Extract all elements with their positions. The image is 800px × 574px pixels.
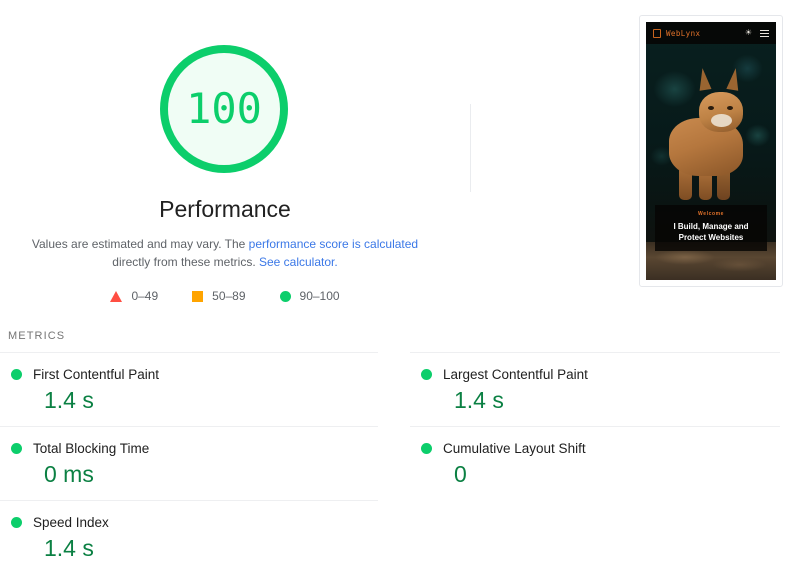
- screenshot-viewport: WebLynx ☀ Welcome I Build, Manage and Pr…: [646, 22, 776, 280]
- metric-value: 1.4 s: [44, 535, 94, 561]
- metrics-section: METRICS First Contentful Paint 1.4 s Tot…: [0, 318, 800, 574]
- status-badge: [11, 369, 22, 380]
- metric-header: Largest Contentful Paint: [410, 367, 780, 382]
- metric-row[interactable]: Total Blocking Time 0 ms: [0, 426, 378, 500]
- final-screenshot-thumbnail[interactable]: WebLynx ☀ Welcome I Build, Manage and Pr…: [639, 15, 783, 287]
- sun-icon: ☀: [744, 28, 752, 37]
- lynx-logo-icon: [653, 28, 661, 38]
- lynx-ear-left: [696, 67, 712, 91]
- legend-item-pass: 90–100: [279, 289, 340, 303]
- lynx-eye: [708, 106, 714, 110]
- metric-row[interactable]: Largest Contentful Paint 1.4 s: [410, 352, 780, 426]
- metrics-column-right: Largest Contentful Paint 1.4 s Cumulativ…: [400, 352, 800, 574]
- score-value: 100: [186, 84, 262, 133]
- metric-header: First Contentful Paint: [0, 367, 378, 382]
- metric-header: Speed Index: [0, 515, 378, 530]
- circle-icon: [279, 290, 291, 302]
- thumbnail-header-actions: ☀: [745, 29, 769, 37]
- legend-label-average: 50–89: [212, 289, 246, 303]
- lynx-muzzle: [711, 114, 732, 127]
- metric-row[interactable]: Speed Index 1.4 s: [0, 500, 378, 574]
- see-calculator-link[interactable]: See calculator.: [259, 255, 338, 269]
- metrics-heading: METRICS: [8, 330, 66, 342]
- disclaimer-lead-text: Values are estimated and may vary. The: [31, 237, 249, 251]
- status-badge: [421, 443, 432, 454]
- lynx-eye: [727, 106, 733, 110]
- score-gauge-wrapper: 100: [160, 0, 290, 173]
- metric-label: First Contentful Paint: [33, 367, 160, 382]
- metric-header: Cumulative Layout Shift: [410, 441, 780, 456]
- performance-score-link[interactable]: performance score is calculated: [249, 237, 418, 251]
- score-disclaimer: Values are estimated and may vary. The p…: [25, 235, 425, 271]
- legend-label-pass: 90–100: [299, 289, 340, 303]
- status-badge: [11, 517, 22, 528]
- thumbnail-hero-copy: Welcome I Build, Manage and Protect Webs…: [655, 205, 767, 251]
- disclaimer-middle-text: directly from these metrics.: [112, 255, 259, 269]
- metric-label: Total Blocking Time: [33, 441, 150, 456]
- legend-label-fail: 0–49: [131, 289, 159, 303]
- metrics-column-left: First Contentful Paint 1.4 s Total Block…: [0, 352, 400, 574]
- thumbnail-site-header: WebLynx ☀: [646, 22, 776, 44]
- metric-row[interactable]: Cumulative Layout Shift 0: [410, 426, 780, 500]
- metric-value: 1.4 s: [44, 387, 94, 413]
- thumbnail-headline: I Build, Manage and Protect Websites: [673, 222, 749, 242]
- metric-value: 0: [454, 461, 467, 487]
- triangle-icon: [110, 290, 123, 302]
- score-overview-region: 100 Performance Values are estimated and…: [0, 0, 800, 318]
- score-scale-legend: 0–49 50–89 90–100: [0, 289, 450, 303]
- legend-item-average: 50–89: [192, 289, 246, 303]
- lynx-photo-subject: [665, 66, 757, 206]
- performance-score-gauge[interactable]: 100: [160, 45, 288, 173]
- status-badge: [421, 369, 432, 380]
- status-badge: [11, 443, 22, 454]
- page-title: Performance: [159, 196, 291, 222]
- vertical-divider: [470, 104, 471, 192]
- metric-value: 1.4 s: [454, 387, 504, 413]
- thumbnail-eyebrow: Welcome: [697, 211, 725, 217]
- square-icon: [192, 290, 204, 302]
- hamburger-menu-icon: [760, 29, 769, 37]
- metric-row[interactable]: First Contentful Paint 1.4 s: [0, 352, 378, 426]
- metric-label: Cumulative Layout Shift: [443, 441, 586, 456]
- metric-header: Total Blocking Time: [0, 441, 378, 456]
- lynx-ear-right: [726, 67, 742, 91]
- metric-label: Speed Index: [33, 515, 109, 530]
- metric-value: 0 ms: [44, 461, 94, 487]
- thumbnail-brand-name: WebLynx: [666, 28, 701, 38]
- metrics-grid: First Contentful Paint 1.4 s Total Block…: [0, 352, 800, 574]
- score-column: 100 Performance Values are estimated and…: [0, 0, 450, 303]
- legend-item-fail: 0–49: [110, 289, 158, 303]
- metric-label: Largest Contentful Paint: [443, 367, 588, 382]
